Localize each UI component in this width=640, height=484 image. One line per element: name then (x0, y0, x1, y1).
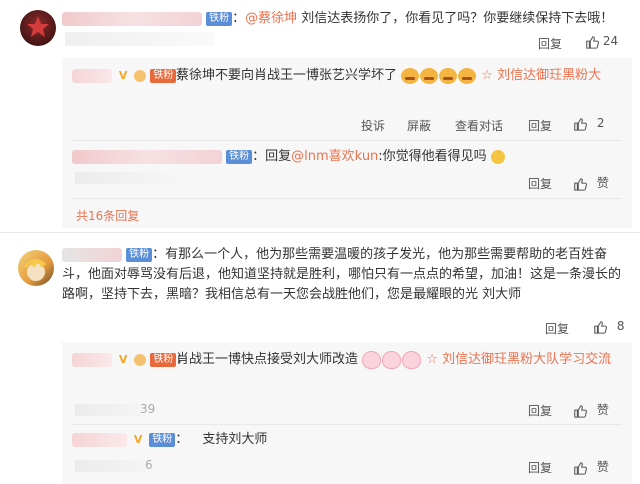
fan-badge: 铁粉 (149, 432, 176, 447)
smile-emoji-icon (490, 149, 505, 164)
medal-icon (134, 69, 147, 82)
thumbs-up-icon (574, 461, 587, 475)
like-count: 24 (602, 34, 619, 48)
emoji-icon (401, 67, 420, 84)
reply-text: 蔡徐坤不要向肖战王一博张艺兴学坏了 (176, 68, 398, 83)
timestamp: 6 (75, 458, 153, 472)
username[interactable] (72, 432, 127, 447)
like-button[interactable]: 赞 (573, 458, 609, 475)
thumbs-up-icon (594, 320, 607, 334)
like-button[interactable]: 8 (593, 319, 624, 334)
like-count: 赞 (596, 176, 609, 190)
verified-icon: V (133, 432, 143, 446)
reply-button[interactable]: 回复 (528, 459, 552, 476)
username[interactable] (72, 68, 112, 83)
mention-link[interactable]: @lnm喜欢kun (291, 149, 378, 164)
like-button[interactable]: 赞 (573, 401, 609, 418)
like-count: 2 (596, 116, 605, 130)
weibo-link-icon[interactable]: ☆ (481, 68, 493, 83)
timestamp: 39 (75, 402, 155, 416)
username[interactable] (62, 11, 202, 26)
thumbs-up-icon (586, 35, 599, 49)
reply-text: 肖战王一博快点接受刘大师改造 (176, 352, 359, 367)
thumbs-up-icon (574, 177, 587, 191)
comment-text-line: 路啊，坚持下去，黑暗？我相信总有一天您会战胜他们，您是最耀眼的光 刘大师 (62, 287, 522, 302)
emoji-icon (458, 67, 477, 84)
more-replies-link[interactable]: 共16条回复 (76, 207, 139, 224)
view-conversation-button[interactable]: 查看对话 (455, 117, 503, 134)
reply-button[interactable]: 回复 (528, 402, 552, 419)
comment-text-line: 有那么一个人，他为那些需要温暖的孩子发光，他为那些需要帮助的老百姓奋 (165, 247, 608, 262)
block-button[interactable]: 屏蔽 (407, 117, 431, 134)
fan-badge: 铁粉 (150, 352, 177, 367)
thumbs-up-icon (574, 404, 587, 418)
reply-text: :你觉得他看得见吗 (378, 149, 487, 164)
fan-badge: 铁粉 (126, 247, 153, 262)
reply-button[interactable]: 回复 (538, 35, 562, 52)
thumbs-up-icon (574, 117, 587, 131)
bunny-emoji-icon (402, 350, 422, 369)
username[interactable] (72, 149, 222, 164)
bunny-emoji-icon (362, 350, 382, 369)
medal-icon (134, 353, 147, 366)
like-button[interactable]: 赞 (573, 174, 609, 191)
verified-icon: V (118, 352, 128, 366)
username[interactable] (72, 352, 112, 367)
like-button[interactable]: 24 (585, 34, 618, 49)
like-button[interactable]: 2 (573, 116, 604, 131)
timestamp-redacted (75, 172, 185, 184)
fan-badge: 铁粉 (226, 149, 253, 164)
comment-text: 刘信达表扬你了，你看见了吗？你要继续保持下去哦！ (297, 11, 614, 26)
reply-prefix: 回复 (265, 149, 292, 164)
reply-button[interactable]: 回复 (528, 175, 552, 192)
comment-text-line: 斗，他面对辱骂没有后退，他知道坚持就是胜利，哪怕只有一点点的希望，加油！这是一条… (62, 267, 622, 282)
reply-text: 支持刘大师 (202, 432, 268, 447)
avatar[interactable] (20, 10, 56, 46)
fan-badge: 铁粉 (150, 68, 177, 83)
fan-badge: 铁粉 (206, 11, 233, 26)
source-link[interactable]: 刘信达御玨黑粉大队学习交流 (442, 352, 611, 367)
bunny-emoji-icon (382, 350, 402, 369)
weibo-link-icon[interactable]: ☆ (426, 352, 438, 367)
emoji-icon (439, 67, 458, 84)
username[interactable] (62, 247, 122, 262)
reply-button[interactable]: 回复 (528, 117, 552, 134)
like-count: 赞 (596, 460, 609, 474)
report-button[interactable]: 投诉 (361, 117, 385, 134)
reply-button[interactable]: 回复 (545, 320, 569, 337)
verified-icon: V (118, 68, 128, 82)
like-count: 8 (616, 319, 625, 333)
source-link[interactable]: 刘信达御玨黑粉大 (497, 68, 601, 83)
avatar[interactable] (18, 250, 54, 286)
timestamp-redacted (65, 32, 215, 46)
mention-link[interactable]: @蔡徐坤 (245, 11, 297, 26)
emoji-icon (420, 67, 439, 84)
like-count: 赞 (596, 403, 609, 417)
